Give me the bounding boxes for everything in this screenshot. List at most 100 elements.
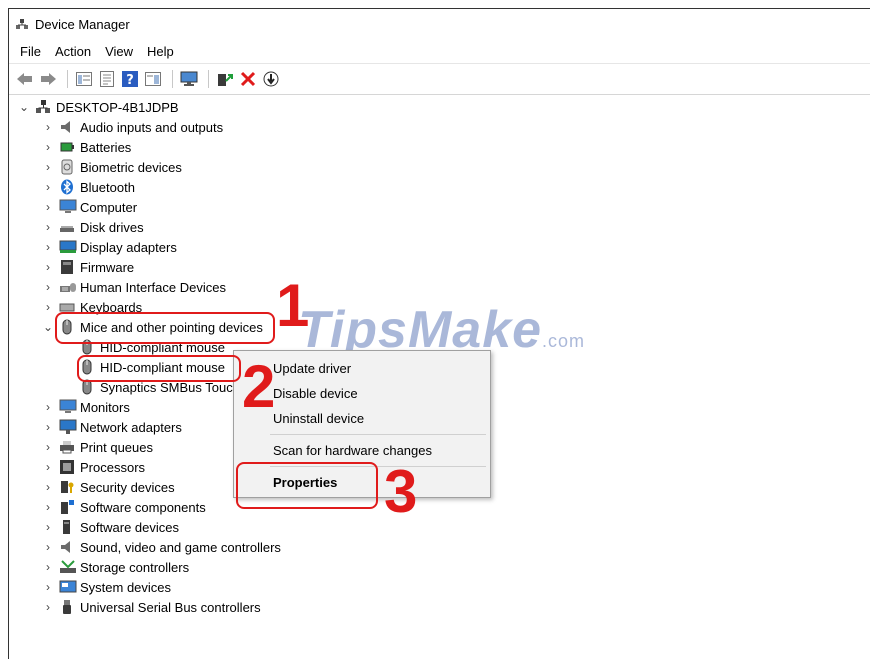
category-label: Disk drives (80, 219, 144, 235)
tree-root[interactable]: ⌄ DESKTOP-4B1JDPB (17, 97, 179, 117)
menu-view[interactable]: View (98, 44, 140, 59)
step-number-1: 1 (276, 272, 310, 339)
chevron-right-icon[interactable]: › (41, 540, 55, 554)
chevron-right-icon[interactable]: › (41, 460, 55, 474)
menu-item-update-driver[interactable]: Update driver (273, 361, 351, 376)
category-label: Monitors (80, 399, 130, 415)
tree-item-software-devices[interactable]: › Software devices (41, 517, 179, 537)
chevron-right-icon[interactable]: › (41, 600, 55, 614)
display-adapter-icon (59, 239, 77, 255)
chevron-right-icon[interactable]: › (41, 200, 55, 214)
speaker-icon (59, 119, 75, 135)
tree-item-computer[interactable]: › Computer (41, 197, 137, 217)
chevron-down-icon[interactable]: ⌄ (41, 320, 55, 334)
console-tree-icon[interactable] (74, 69, 94, 89)
toolbar-separator (208, 70, 209, 88)
chevron-right-icon[interactable]: › (41, 500, 55, 514)
tree-item-bluetooth[interactable]: › Bluetooth (41, 177, 135, 197)
chevron-right-icon[interactable]: › (41, 560, 55, 574)
category-label: Display adapters (80, 239, 177, 255)
action-pane-icon[interactable] (143, 69, 163, 89)
printer-icon (59, 439, 75, 455)
category-label: Storage controllers (80, 559, 190, 575)
menu-separator (270, 434, 486, 435)
chevron-right-icon[interactable]: › (41, 440, 55, 454)
processor-icon (59, 459, 75, 475)
callout-hid-mouse (77, 355, 241, 382)
tree-item-firmware[interactable]: › Firmware (41, 257, 134, 277)
menu-action[interactable]: Action (48, 44, 98, 59)
callout-mice-category (55, 312, 275, 344)
software-device-icon (59, 519, 75, 535)
chevron-right-icon[interactable]: › (41, 180, 55, 194)
tree-item-audio[interactable]: › Audio inputs and outputs (41, 117, 223, 137)
tree-item-storage[interactable]: › Storage controllers (41, 557, 189, 577)
chevron-right-icon[interactable]: › (41, 220, 55, 234)
tree-item-batteries[interactable]: › Batteries (41, 137, 131, 157)
tree-item-hid[interactable]: › Human Interface Devices (41, 277, 226, 297)
chevron-down-icon[interactable]: ⌄ (17, 100, 31, 114)
chevron-right-icon[interactable]: › (41, 400, 55, 414)
tree-item-monitors[interactable]: › Monitors (41, 397, 130, 417)
category-label: Human Interface Devices (80, 279, 226, 295)
chevron-right-icon[interactable]: › (41, 140, 55, 154)
svg-text:?: ? (126, 73, 134, 87)
speaker-icon (59, 539, 75, 555)
category-label: Computer (80, 199, 138, 215)
tree-item-biometric[interactable]: › Biometric devices (41, 157, 182, 177)
menu-file[interactable]: File (13, 44, 48, 59)
monitor-icon (59, 199, 77, 215)
tree-item-software-components[interactable]: › Software components (41, 497, 206, 517)
category-label: Software devices (80, 519, 179, 535)
back-icon[interactable] (15, 69, 35, 89)
menu-item-disable-device[interactable]: Disable device (273, 386, 358, 401)
chevron-right-icon[interactable]: › (41, 520, 55, 534)
tree-item-sound[interactable]: › Sound, video and game controllers (41, 537, 281, 557)
properties-icon[interactable] (97, 69, 117, 89)
category-label: Software components (80, 499, 206, 515)
window-title: Device Manager (35, 16, 130, 32)
update-driver-icon[interactable] (215, 69, 235, 89)
toolbar-separator (67, 70, 68, 88)
category-label: Batteries (80, 139, 132, 155)
device-manager-app-icon (15, 17, 29, 31)
help-icon[interactable]: ? (120, 69, 140, 89)
tree-item-processors[interactable]: › Processors (41, 457, 145, 477)
chevron-right-icon[interactable]: › (41, 260, 55, 274)
firmware-icon (59, 259, 75, 275)
menu-bar: File Action View Help (9, 39, 870, 63)
tree-item-system-devices[interactable]: › System devices (41, 577, 171, 597)
category-label: Audio inputs and outputs (80, 119, 224, 135)
uninstall-icon[interactable] (238, 69, 258, 89)
enable-device-icon[interactable] (261, 69, 281, 89)
chevron-right-icon[interactable]: › (41, 300, 55, 314)
menu-item-uninstall-device[interactable]: Uninstall device (273, 411, 364, 426)
chevron-right-icon[interactable]: › (41, 280, 55, 294)
disk-drive-icon (59, 219, 75, 235)
menu-item-scan-hardware[interactable]: Scan for hardware changes (273, 443, 432, 458)
toolbar: ? (9, 63, 870, 95)
chevron-right-icon[interactable]: › (41, 480, 55, 494)
computer-network-icon (35, 99, 51, 115)
forward-icon[interactable] (38, 69, 58, 89)
tree-item-usb[interactable]: › Universal Serial Bus controllers (41, 597, 261, 617)
category-label: Print queues (80, 439, 153, 455)
toolbar-separator (172, 70, 173, 88)
tree-item-print-queues[interactable]: › Print queues (41, 437, 153, 457)
tree-item-disk-drives[interactable]: › Disk drives (41, 217, 144, 237)
category-label: Universal Serial Bus controllers (80, 599, 261, 615)
chevron-right-icon[interactable]: › (41, 420, 55, 434)
chevron-right-icon[interactable]: › (41, 580, 55, 594)
monitor-icon (59, 399, 77, 415)
tree-item-display-adapters[interactable]: › Display adapters (41, 237, 177, 257)
chevron-right-icon[interactable]: › (41, 240, 55, 254)
display-icon[interactable] (179, 69, 199, 89)
category-label: Network adapters (80, 419, 182, 435)
menu-help[interactable]: Help (140, 44, 181, 59)
tree-item-security[interactable]: › Security devices (41, 477, 175, 497)
chevron-right-icon[interactable]: › (41, 160, 55, 174)
usb-icon (59, 599, 75, 615)
tree-item-network[interactable]: › Network adapters (41, 417, 182, 437)
fingerprint-icon (59, 159, 75, 175)
chevron-right-icon[interactable]: › (41, 120, 55, 134)
